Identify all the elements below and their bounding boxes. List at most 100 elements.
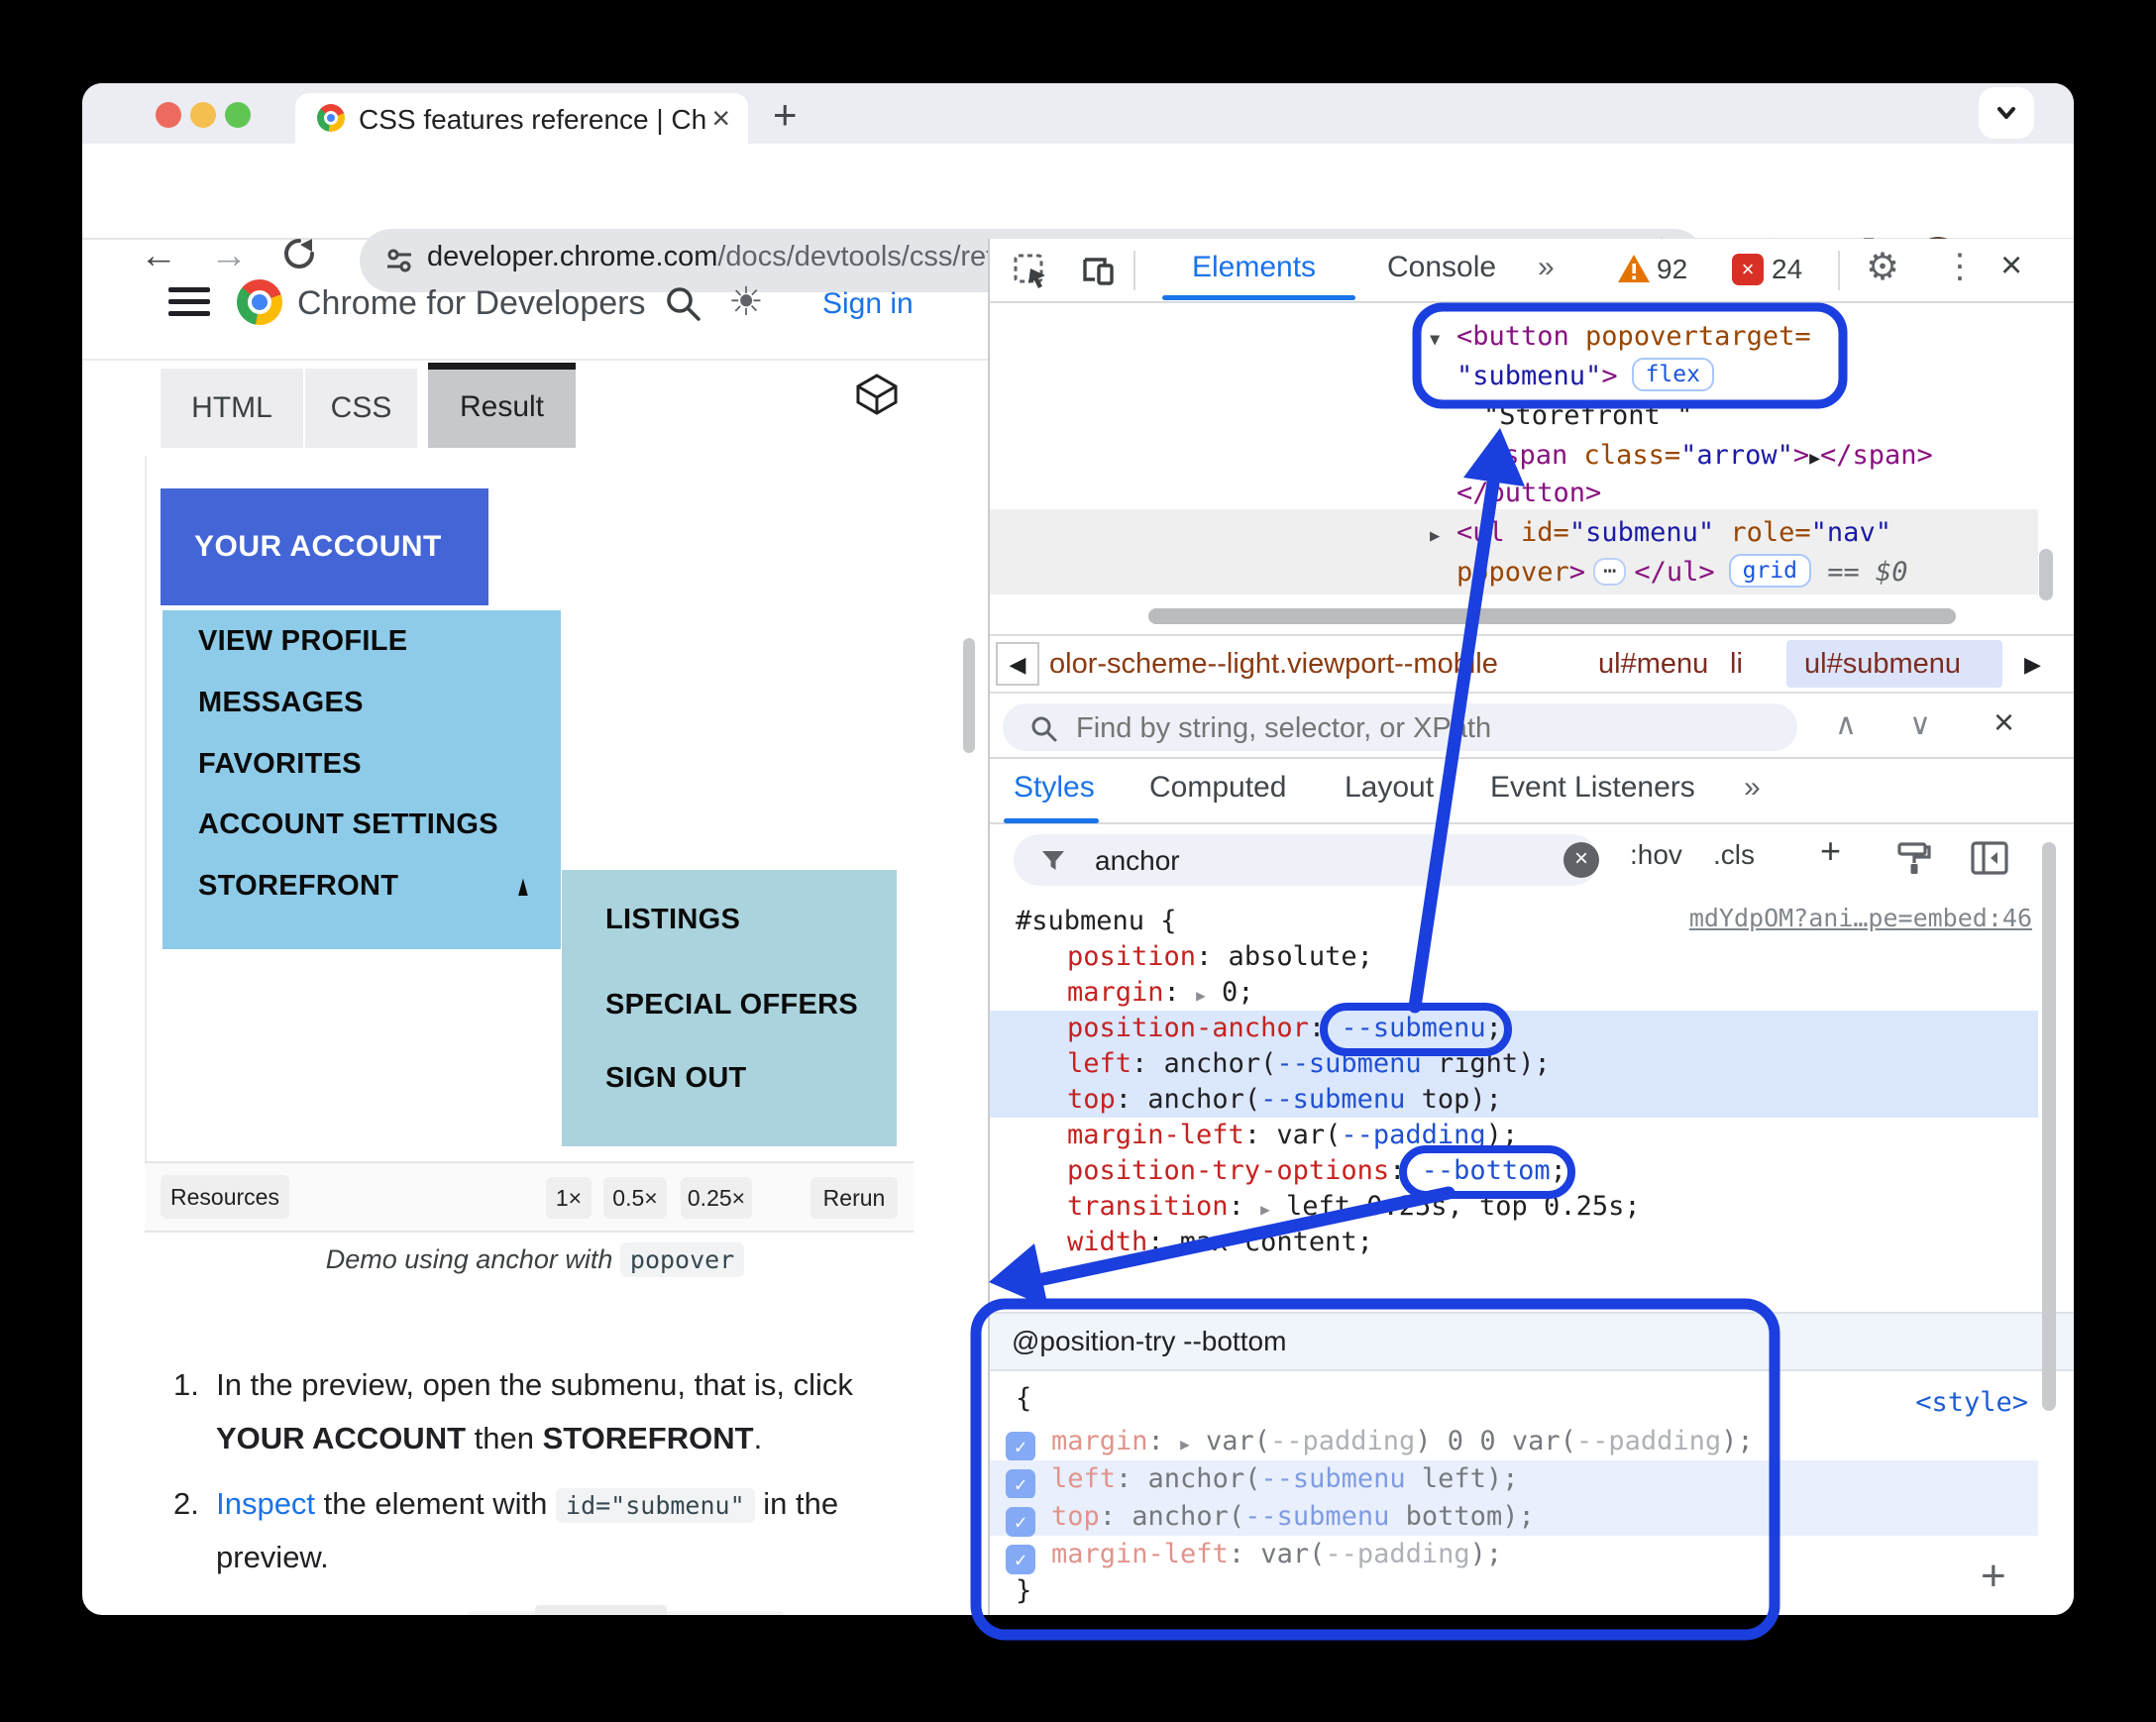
tab-computed[interactable]: Computed: [1149, 771, 1286, 805]
add-declaration-plus-icon[interactable]: +: [1981, 1552, 2006, 1601]
demo-tab-result[interactable]: Result: [428, 363, 576, 448]
styles-filter-pill[interactable]: [1014, 834, 1598, 886]
tab-layout[interactable]: Layout: [1345, 771, 1434, 805]
css-declaration[interactable]: margin: ▶ 0;: [990, 975, 2038, 1011]
devtools-settings-gear-icon[interactable]: ⚙: [1866, 245, 1899, 289]
css-declaration-checkbox[interactable]: ✓ margin-left: var(--padding);: [990, 1536, 2038, 1574]
breadcrumb-item[interactable]: olor-scheme--light.viewport--mobile: [1049, 648, 1498, 681]
devtools-tab-console[interactable]: Console: [1387, 251, 1496, 284]
devtools-tab-elements[interactable]: Elements: [1192, 251, 1316, 284]
error-count[interactable]: 24: [1772, 254, 1802, 285]
new-style-rule-icon[interactable]: +: [1820, 830, 1841, 872]
codepen-cube-icon[interactable]: [853, 371, 901, 423]
css-declaration-checkbox[interactable]: ✓ margin: ▶ var(--padding) 0 0 var(--padd…: [990, 1423, 2038, 1461]
at-position-try-header[interactable]: @position-try --bottom: [990, 1312, 2074, 1371]
your-account-button[interactable]: YOUR ACCOUNT: [161, 488, 488, 605]
declaration-checkbox[interactable]: ✓: [1006, 1469, 1035, 1499]
inspect-element-icon[interactable]: [1012, 252, 1049, 294]
elements-horizontal-scrollbar-thumb[interactable]: [1148, 608, 1956, 624]
device-toolbar-icon[interactable]: [1077, 252, 1117, 294]
find-input-pill[interactable]: [1003, 703, 1797, 751]
menu-item-account-settings[interactable]: ACCOUNT SETTINGS: [198, 808, 498, 841]
browser-tab[interactable]: CSS features reference | Chr ×: [295, 93, 748, 144]
more-tabs-icon[interactable]: »: [1538, 251, 1555, 284]
styles-filter-input[interactable]: [1093, 844, 1513, 878]
traffic-minimize-button[interactable]: [190, 102, 216, 128]
reload-icon[interactable]: [280, 235, 318, 282]
devtools-close-icon[interactable]: ×: [2000, 245, 2022, 287]
sign-in-link[interactable]: Sign in: [822, 287, 914, 321]
submenu-item-special-offers[interactable]: SPECIAL OFFERS: [605, 989, 858, 1022]
rerun-button[interactable]: Rerun: [810, 1177, 898, 1219]
menu-item-messages[interactable]: MESSAGES: [198, 687, 364, 719]
elements-tree-row[interactable]: <span class="arrow">▶</span>: [1487, 436, 1933, 476]
css-declaration[interactable]: position-try-options: --bottom;: [990, 1153, 2038, 1189]
demo-tab-css[interactable]: CSS: [303, 369, 417, 448]
css-declaration-highlighted[interactable]: left: anchor(--submenu right);: [990, 1046, 2038, 1082]
site-settings-icon[interactable]: [383, 245, 415, 276]
traffic-close-button[interactable]: [156, 102, 181, 128]
elements-tree-row[interactable]: "submenu"> flex: [1456, 357, 1714, 396]
hamburger-menu-icon[interactable]: [168, 287, 210, 317]
stylesheet-source-link[interactable]: mdYdpOM?ani…pe=embed:46: [1689, 904, 2032, 932]
resources-button[interactable]: Resources: [161, 1175, 289, 1219]
tab-search-button[interactable]: [1979, 87, 2034, 139]
page-scrollbar-thumb[interactable]: [963, 638, 975, 753]
breadcrumb-item[interactable]: li: [1730, 648, 1743, 681]
css-declaration[interactable]: margin-left: var(--padding);: [990, 1118, 2038, 1153]
devtools-menu-dots-icon[interactable]: ⋮: [1943, 247, 1977, 286]
filter-clear-icon[interactable]: ×: [1563, 842, 1599, 878]
toggle-class-button[interactable]: .cls: [1713, 839, 1755, 871]
warning-icon[interactable]: [1617, 253, 1651, 289]
forward-icon[interactable]: →: [210, 235, 248, 277]
site-search-icon[interactable]: [661, 281, 704, 330]
warning-count[interactable]: 92: [1657, 254, 1687, 285]
breadcrumb-scroll-left-icon[interactable]: ◀: [996, 642, 1039, 686]
zoom-05x-button[interactable]: 0.5×: [603, 1177, 667, 1219]
find-previous-icon[interactable]: ∧: [1835, 707, 1857, 742]
elements-tree-row-selected[interactable]: ▶ <ul id="submenu" role="nav": [1430, 513, 1891, 553]
sidebar-toggle-icon[interactable]: [1969, 838, 2010, 883]
menu-item-storefront[interactable]: STOREFRONT: [198, 870, 398, 903]
sidebar-more-tabs-icon[interactable]: »: [1744, 771, 1761, 805]
zoom-1x-button[interactable]: 1×: [546, 1177, 592, 1219]
tab-styles[interactable]: Styles: [1014, 771, 1095, 805]
tab-event-listeners[interactable]: Event Listeners: [1490, 771, 1695, 805]
error-icon[interactable]: ×: [1732, 254, 1764, 285]
elements-tree-row-selected[interactable]: popover> ⋯ </ul> grid == $0: [1456, 553, 1908, 592]
elements-vertical-scrollbar-thumb[interactable]: [2039, 549, 2053, 600]
declaration-checkbox[interactable]: ✓: [1006, 1545, 1035, 1574]
find-next-icon[interactable]: ∨: [1909, 707, 1931, 742]
breadcrumb-scroll-right-icon[interactable]: ▶: [2024, 652, 2041, 678]
css-declaration-checkbox-highlighted[interactable]: ✓ top: anchor(--submenu bottom);: [990, 1498, 2038, 1537]
zoom-025x-button[interactable]: 0.25×: [681, 1177, 752, 1219]
css-declaration-checkbox-highlighted[interactable]: ✓ left: anchor(--submenu left);: [990, 1460, 2038, 1499]
traffic-zoom-button[interactable]: [225, 102, 251, 128]
url-text[interactable]: developer.chrome.com/docs/devtools/css/r…: [427, 241, 1082, 273]
find-close-icon[interactable]: ×: [1994, 701, 2014, 743]
back-icon[interactable]: ←: [140, 235, 177, 277]
step-2-inspect-link[interactable]: Inspect: [216, 1486, 315, 1521]
rendering-brush-icon[interactable]: [1893, 838, 1933, 883]
css-declaration[interactable]: transition: ▶ left 0.25s, top 0.25s;: [990, 1189, 2038, 1225]
elements-tree-row[interactable]: ▼ <button popovertarget=: [1430, 317, 1811, 357]
css-declaration[interactable]: position: absolute;: [990, 939, 2038, 975]
css-declaration-highlighted[interactable]: top: anchor(--submenu top);: [990, 1082, 2038, 1118]
css-declaration-highlighted[interactable]: position-anchor: --submenu;: [990, 1011, 2038, 1046]
elements-tree-row[interactable]: "Storefront ": [1483, 396, 1692, 436]
breadcrumb-item[interactable]: ul#menu: [1598, 648, 1708, 681]
tab-close-icon[interactable]: ×: [711, 100, 730, 137]
submenu-item-sign-out[interactable]: SIGN OUT: [605, 1062, 747, 1095]
menu-item-favorites[interactable]: FAVORITES: [198, 748, 362, 781]
breadcrumb-item-selected[interactable]: ul#submenu: [1804, 648, 1961, 681]
new-tab-button[interactable]: +: [773, 91, 798, 139]
menu-item-view-profile[interactable]: VIEW PROFILE: [198, 625, 407, 658]
style-element-link[interactable]: <style>: [1915, 1387, 2028, 1418]
find-input[interactable]: [1074, 711, 1772, 746]
styles-vertical-scrollbar-thumb[interactable]: [2042, 842, 2056, 1411]
submenu-item-listings[interactable]: LISTINGS: [605, 904, 740, 936]
toggle-hover-state-button[interactable]: :hov: [1630, 839, 1682, 871]
demo-tab-html[interactable]: HTML: [161, 369, 303, 448]
elements-tree-row[interactable]: </button>: [1456, 474, 1601, 513]
theme-toggle-sun-icon[interactable]: ☀: [728, 279, 764, 325]
